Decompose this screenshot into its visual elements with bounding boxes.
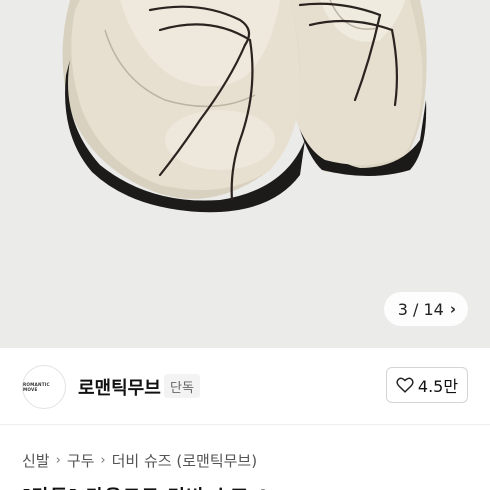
section-divider: [0, 424, 490, 425]
chevron-right-icon: ›: [55, 453, 61, 468]
chevron-right-icon: ›: [100, 453, 106, 468]
exclusive-badge: 단독: [164, 374, 200, 398]
seller-name[interactable]: 로맨틱무브: [78, 374, 161, 400]
like-count: 4.5만: [417, 377, 459, 396]
breadcrumb-item-dress-shoes[interactable]: 구두: [67, 450, 95, 471]
left-shoe-illustration: [62, 0, 305, 213]
chevron-right-icon: ›: [449, 300, 456, 318]
breadcrumb-item-shoes[interactable]: 신발: [22, 450, 50, 471]
seller-row[interactable]: ROMANTIC MOVE 로맨틱무브 단독 4.5만: [0, 348, 490, 424]
image-counter-text: 3 / 14: [397, 299, 444, 319]
image-counter[interactable]: 3 / 14 ›: [383, 292, 468, 326]
breadcrumb-item-derby-shoes[interactable]: 더비 슈즈 (로맨틱무브): [112, 450, 257, 471]
product-title: [단독] 라운드토 더비 슈즈_Ivory: [22, 482, 319, 490]
product-image-gallery[interactable]: 3 / 14 ›: [0, 0, 490, 348]
breadcrumb: 신발 › 구두 › 더비 슈즈 (로맨틱무브): [22, 450, 257, 471]
seller-avatar-logo: ROMANTIC MOVE: [23, 382, 50, 392]
heart-outline-icon: [396, 377, 414, 393]
like-button[interactable]: 4.5만: [386, 367, 468, 403]
seller-avatar[interactable]: ROMANTIC MOVE: [22, 365, 66, 409]
